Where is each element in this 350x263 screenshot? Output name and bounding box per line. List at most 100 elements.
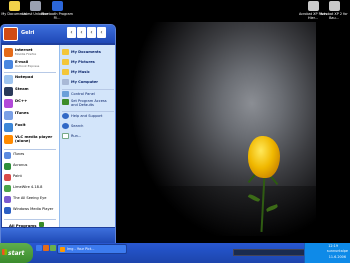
start-menu-programs: Internet Mozilla Firefox E-mail Outlook Ex…	[2, 45, 59, 227]
place-program-access[interactable]: Set Program Access and Defaults	[62, 99, 114, 107]
wallpaper	[115, 22, 316, 236]
item-title: The All Seeing Eye	[13, 196, 47, 200]
yellow-rose	[248, 136, 280, 178]
media-player-bar[interactable]	[233, 249, 305, 256]
place-label: Control Panel	[71, 92, 95, 96]
item-sub: Outlook Express	[15, 64, 40, 68]
firefox-icon	[4, 48, 13, 57]
item-title: Foxit	[15, 122, 26, 127]
folder-icon	[62, 59, 69, 65]
desktop-icon-label: Bluetooth Program Fil...	[41, 12, 73, 20]
recent-steam[interactable]: Steam	[4, 87, 58, 96]
place-my-computer[interactable]: My Computer	[62, 79, 98, 85]
divider	[4, 219, 56, 220]
taskbar-window-button[interactable]: Img - Your Pict...	[57, 244, 127, 254]
notepad-icon	[4, 75, 13, 84]
clock-day: sunnuntaipe	[326, 249, 348, 253]
desktop-icon-label: Acrobat XP 2 for Bau...	[320, 12, 348, 20]
start-menu-places: My Documents My Pictures My Music My Com…	[59, 45, 115, 227]
unlocker-icon	[29, 1, 41, 11]
item-title: VLC media player (alone)	[15, 134, 53, 143]
recent-dcpp[interactable]: DC++	[4, 99, 58, 108]
clock-date: 11.6.2006	[328, 255, 346, 259]
document-icon	[328, 1, 340, 11]
control-panel-icon	[62, 91, 69, 97]
foxit-icon	[4, 123, 13, 132]
place-control-panel[interactable]: Control Panel	[62, 91, 95, 97]
start-button[interactable]: start	[0, 243, 33, 263]
item-title: Notepad	[15, 74, 34, 79]
more-limewire[interactable]: LimeWire 4.18.8	[4, 185, 58, 192]
place-my-music[interactable]: My Music	[62, 69, 90, 75]
user-name: Gelri	[21, 30, 35, 36]
arrow-icon: ‹	[97, 27, 106, 38]
item-title: iTunes	[15, 110, 29, 115]
paint-icon	[4, 174, 11, 181]
computer-icon	[62, 79, 69, 85]
recent-itunes[interactable]: iTunes	[4, 111, 58, 120]
quicklaunch-media-icon[interactable]	[50, 245, 56, 251]
place-run[interactable]: Run...	[62, 133, 81, 139]
program-access-icon	[62, 99, 69, 105]
divider	[4, 72, 56, 73]
recent-foxit[interactable]: Foxit	[4, 123, 58, 132]
recent-vlc[interactable]: VLC media player (alone)	[4, 135, 58, 144]
help-icon	[62, 113, 69, 119]
item-title: Paint	[13, 174, 22, 178]
place-label: My Pictures	[71, 60, 95, 64]
steam-icon	[4, 87, 13, 96]
place-help[interactable]: Help and Support	[62, 113, 102, 119]
more-wmp[interactable]: Windows Media Player	[4, 207, 58, 214]
avatar[interactable]	[3, 27, 18, 41]
pinned-email[interactable]: E-mail Outlook Express	[4, 60, 58, 69]
more-acronus[interactable]: Acronus	[4, 163, 58, 170]
place-label: Set Program Access and Defaults	[71, 99, 107, 107]
place-my-documents[interactable]: My Documents	[62, 49, 101, 55]
start-label: start	[8, 249, 25, 257]
arrow-icon: ‹	[87, 27, 96, 38]
desktop-icon-bluetooth[interactable]: Bluetooth Program Fil...	[40, 1, 74, 20]
item-title: Steam	[15, 86, 29, 91]
folder-icon	[62, 49, 69, 55]
place-label: Search	[71, 124, 84, 128]
arrow-right-icon	[39, 222, 44, 227]
item-title: Windows Media Player	[13, 207, 54, 211]
folder-icon	[62, 69, 69, 75]
quicklaunch-desktop-icon[interactable]	[36, 245, 42, 251]
start-menu: Gelri ‹ ‹ ‹ ‹ Internet Mozilla Firefox E-mai…	[0, 24, 116, 244]
place-label: My Documents	[71, 50, 101, 54]
more-itunes[interactable]: iTunes	[4, 152, 58, 159]
place-search[interactable]: Search	[62, 123, 83, 129]
divider	[4, 149, 56, 150]
quicklaunch-browser-icon[interactable]	[43, 245, 49, 251]
email-icon	[4, 60, 13, 69]
vlc-icon	[4, 135, 13, 144]
start-menu-footer	[1, 228, 115, 243]
place-label: My Computer	[71, 80, 99, 84]
dcpp-icon	[4, 99, 13, 108]
search-icon	[62, 123, 69, 129]
place-label: Run...	[71, 134, 82, 138]
acronus-icon	[4, 163, 11, 170]
bluetooth-icon	[51, 1, 63, 11]
arrow-icon: ‹	[67, 27, 76, 38]
item-title: iTunes	[13, 152, 25, 156]
more-all-seeing-eye[interactable]: The All Seeing Eye	[4, 196, 58, 203]
limewire-icon	[4, 185, 11, 192]
item-title: DC++	[15, 98, 28, 103]
clock-time[interactable]: 12:19	[328, 244, 338, 248]
run-icon	[62, 133, 69, 139]
recent-notepad[interactable]: Notepad	[4, 75, 58, 84]
itunes-icon	[4, 111, 13, 120]
eye-icon	[4, 196, 11, 203]
place-label: My Music	[71, 70, 90, 74]
item-title: LimeWire 4.18.8	[13, 185, 43, 189]
place-my-pictures[interactable]: My Pictures	[62, 59, 95, 65]
media-player-icon	[4, 207, 11, 214]
pinned-internet[interactable]: Internet Mozilla Firefox	[4, 48, 58, 57]
more-paint[interactable]: Paint	[4, 174, 58, 181]
divider	[62, 111, 114, 112]
divider	[62, 89, 114, 90]
desktop-icon-acrobat-2[interactable]: Acrobat XP 2 for Bau...	[317, 1, 350, 20]
itunes-icon	[4, 152, 11, 159]
